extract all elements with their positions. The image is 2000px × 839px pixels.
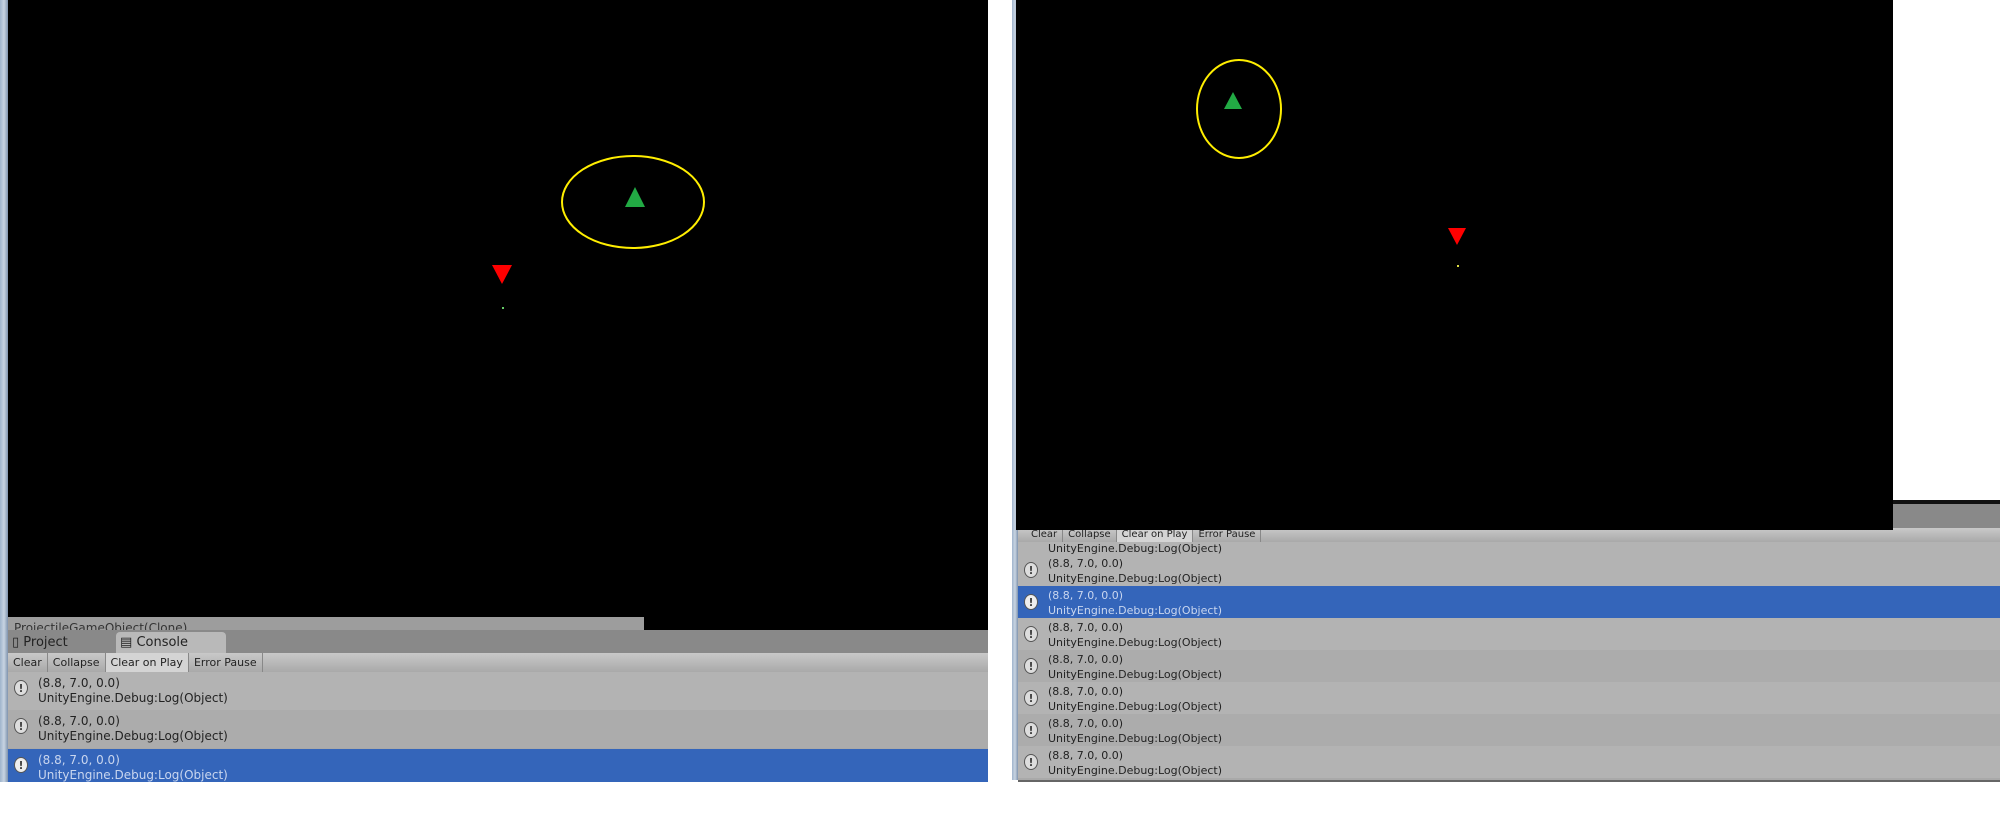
collapse-button[interactable]: Collapse bbox=[48, 653, 106, 672]
log-entry[interactable]: ! (8.8, 7.0, 0.0) UnityEngine.Debug:Log(Ob… bbox=[1018, 746, 2000, 778]
clear-on-play-button[interactable]: Clear on Play bbox=[1116, 528, 1194, 542]
game-view-right bbox=[1016, 0, 1893, 530]
enemy-triangle bbox=[492, 265, 512, 284]
enemy-triangle bbox=[1448, 228, 1466, 245]
info-icon: ! bbox=[1024, 754, 1038, 770]
clear-button[interactable]: Clear bbox=[1026, 528, 1064, 542]
log-trace: UnityEngine.Debug:Log(Object) bbox=[38, 729, 228, 743]
log-message: (8.8, 7.0, 0.0) bbox=[38, 753, 120, 767]
clear-on-play-button[interactable]: Clear on Play bbox=[105, 653, 189, 672]
scene-left bbox=[492, 155, 705, 309]
console-toolbar: Clear Collapse Clear on Play Error Pause bbox=[8, 653, 988, 673]
log-trace: UnityEngine.Debug:Log(Object) bbox=[38, 768, 228, 782]
log-message: (8.8, 7.0, 0.0) bbox=[38, 714, 120, 728]
log-entry-selected[interactable]: ! (8.8, 7.0, 0.0) UnityEngine.Debug:Log(Ob… bbox=[1018, 586, 2000, 618]
info-icon: ! bbox=[1024, 690, 1038, 706]
tab-row: ▯ Project ▤ Console bbox=[8, 630, 988, 653]
log-message: (8.8, 7.0, 0.0) bbox=[1048, 685, 1124, 698]
info-icon: ! bbox=[1024, 626, 1038, 642]
info-icon: ! bbox=[14, 718, 28, 734]
tab-project[interactable]: ▯ Project bbox=[8, 632, 112, 653]
info-icon: ! bbox=[1024, 658, 1038, 674]
log-message: (8.8, 7.0, 0.0) bbox=[1048, 653, 1124, 666]
log-entry[interactable]: ! (8.8, 7.0, 0.0) UnityEngine.Debug:Log(Ob… bbox=[1018, 682, 2000, 714]
log-trace: UnityEngine.Debug:Log(Object) bbox=[1048, 764, 1223, 777]
log-message: (8.8, 7.0, 0.0) bbox=[1048, 589, 1124, 602]
tab-console[interactable]: ▤ Console bbox=[116, 632, 226, 653]
log-trace: UnityEngine.Debug:Log(Object) bbox=[1048, 572, 1223, 585]
info-icon: ! bbox=[1024, 594, 1038, 610]
log-entry[interactable]: ! (8.8, 7.0, 0.0) UnityEngine.Debug:Log(Ob… bbox=[1018, 618, 2000, 650]
log-message: (8.8, 7.0, 0.0) bbox=[1048, 557, 1124, 570]
tab-row bbox=[1893, 504, 2000, 528]
info-icon: ! bbox=[1024, 562, 1038, 578]
console-toolbar: Clear Collapse Clear on Play Error Pause bbox=[1018, 528, 2000, 543]
error-pause-button[interactable]: Error Pause bbox=[189, 653, 263, 672]
log-entry-selected[interactable]: ! (8.8, 7.0, 0.0) UnityEngine.Debug:Log(Ob… bbox=[8, 749, 988, 782]
log-entry[interactable]: ! (8.8, 7.0, 0.0) UnityEngine.Debug:Log(Ob… bbox=[1018, 554, 2000, 586]
log-trace: UnityEngine.Debug:Log(Object) bbox=[1048, 732, 1223, 745]
log-trace: UnityEngine.Debug:Log(Object) bbox=[1048, 604, 1223, 617]
log-entry[interactable]: ! (8.8, 7.0, 0.0) UnityEngine.Debug:Log(Ob… bbox=[1018, 650, 2000, 682]
folder-icon: ▯ bbox=[12, 635, 20, 650]
player-triangle bbox=[1224, 92, 1242, 109]
tab-label: Console bbox=[136, 635, 189, 650]
collapse-button[interactable]: Collapse bbox=[1063, 528, 1117, 542]
log-message: (8.8, 7.0, 0.0) bbox=[1048, 621, 1124, 634]
scene-right bbox=[1196, 59, 1466, 267]
log-entry[interactable]: UnityEngine.Debug:Log(Object) bbox=[1018, 542, 2000, 555]
log-list: ! (8.8, 7.0, 0.0) UnityEngine.Debug:Log(Ob… bbox=[8, 672, 988, 782]
log-entry[interactable]: ! (8.8, 7.0, 0.0) UnityEngine.Debug:Log(Ob… bbox=[1018, 714, 2000, 746]
console-panel-left: ▯ Project ▤ Console Clear Collapse Clear… bbox=[8, 630, 988, 782]
log-trace: UnityEngine.Debug:Log(Object) bbox=[1048, 636, 1223, 649]
hierarchy-item[interactable]: ProjectileGameObject(Clone) bbox=[8, 617, 644, 630]
window-edge bbox=[0, 0, 8, 782]
projectile-dot bbox=[1457, 265, 1459, 267]
console-panel-right: Clear Collapse Clear on Play Error Pause… bbox=[1018, 528, 2000, 782]
log-message: (8.8, 7.0, 0.0) bbox=[38, 676, 120, 690]
error-pause-button[interactable]: Error Pause bbox=[1193, 528, 1262, 542]
log-message: (8.8, 7.0, 0.0) bbox=[1048, 717, 1124, 730]
console-icon: ▤ bbox=[120, 635, 133, 650]
log-trace: UnityEngine.Debug:Log(Object) bbox=[38, 691, 228, 705]
clear-button[interactable]: Clear bbox=[8, 653, 48, 672]
log-entry[interactable]: ! (8.8, 7.0, 0.0) UnityEngine.Debug:Log(Ob… bbox=[8, 710, 988, 748]
log-trace: UnityEngine.Debug:Log(Object) bbox=[1048, 668, 1223, 681]
hierarchy-item-label: ProjectileGameObject(Clone) bbox=[14, 621, 188, 630]
log-entry[interactable]: ! (8.8, 7.0, 0.0) UnityEngine.Debug:Log(Ob… bbox=[8, 672, 988, 710]
tab-label: Project bbox=[23, 635, 68, 650]
info-icon: ! bbox=[14, 757, 28, 773]
info-icon: ! bbox=[14, 680, 28, 696]
info-icon: ! bbox=[1024, 722, 1038, 738]
log-list: UnityEngine.Debug:Log(Object) ! (8.8, 7.0… bbox=[1018, 542, 2000, 778]
game-view-left bbox=[8, 0, 988, 630]
projectile-dot bbox=[502, 307, 504, 309]
log-trace: UnityEngine.Debug:Log(Object) bbox=[1048, 700, 1223, 713]
log-message: (8.8, 7.0, 0.0) bbox=[1048, 749, 1124, 762]
player-triangle bbox=[625, 187, 645, 207]
